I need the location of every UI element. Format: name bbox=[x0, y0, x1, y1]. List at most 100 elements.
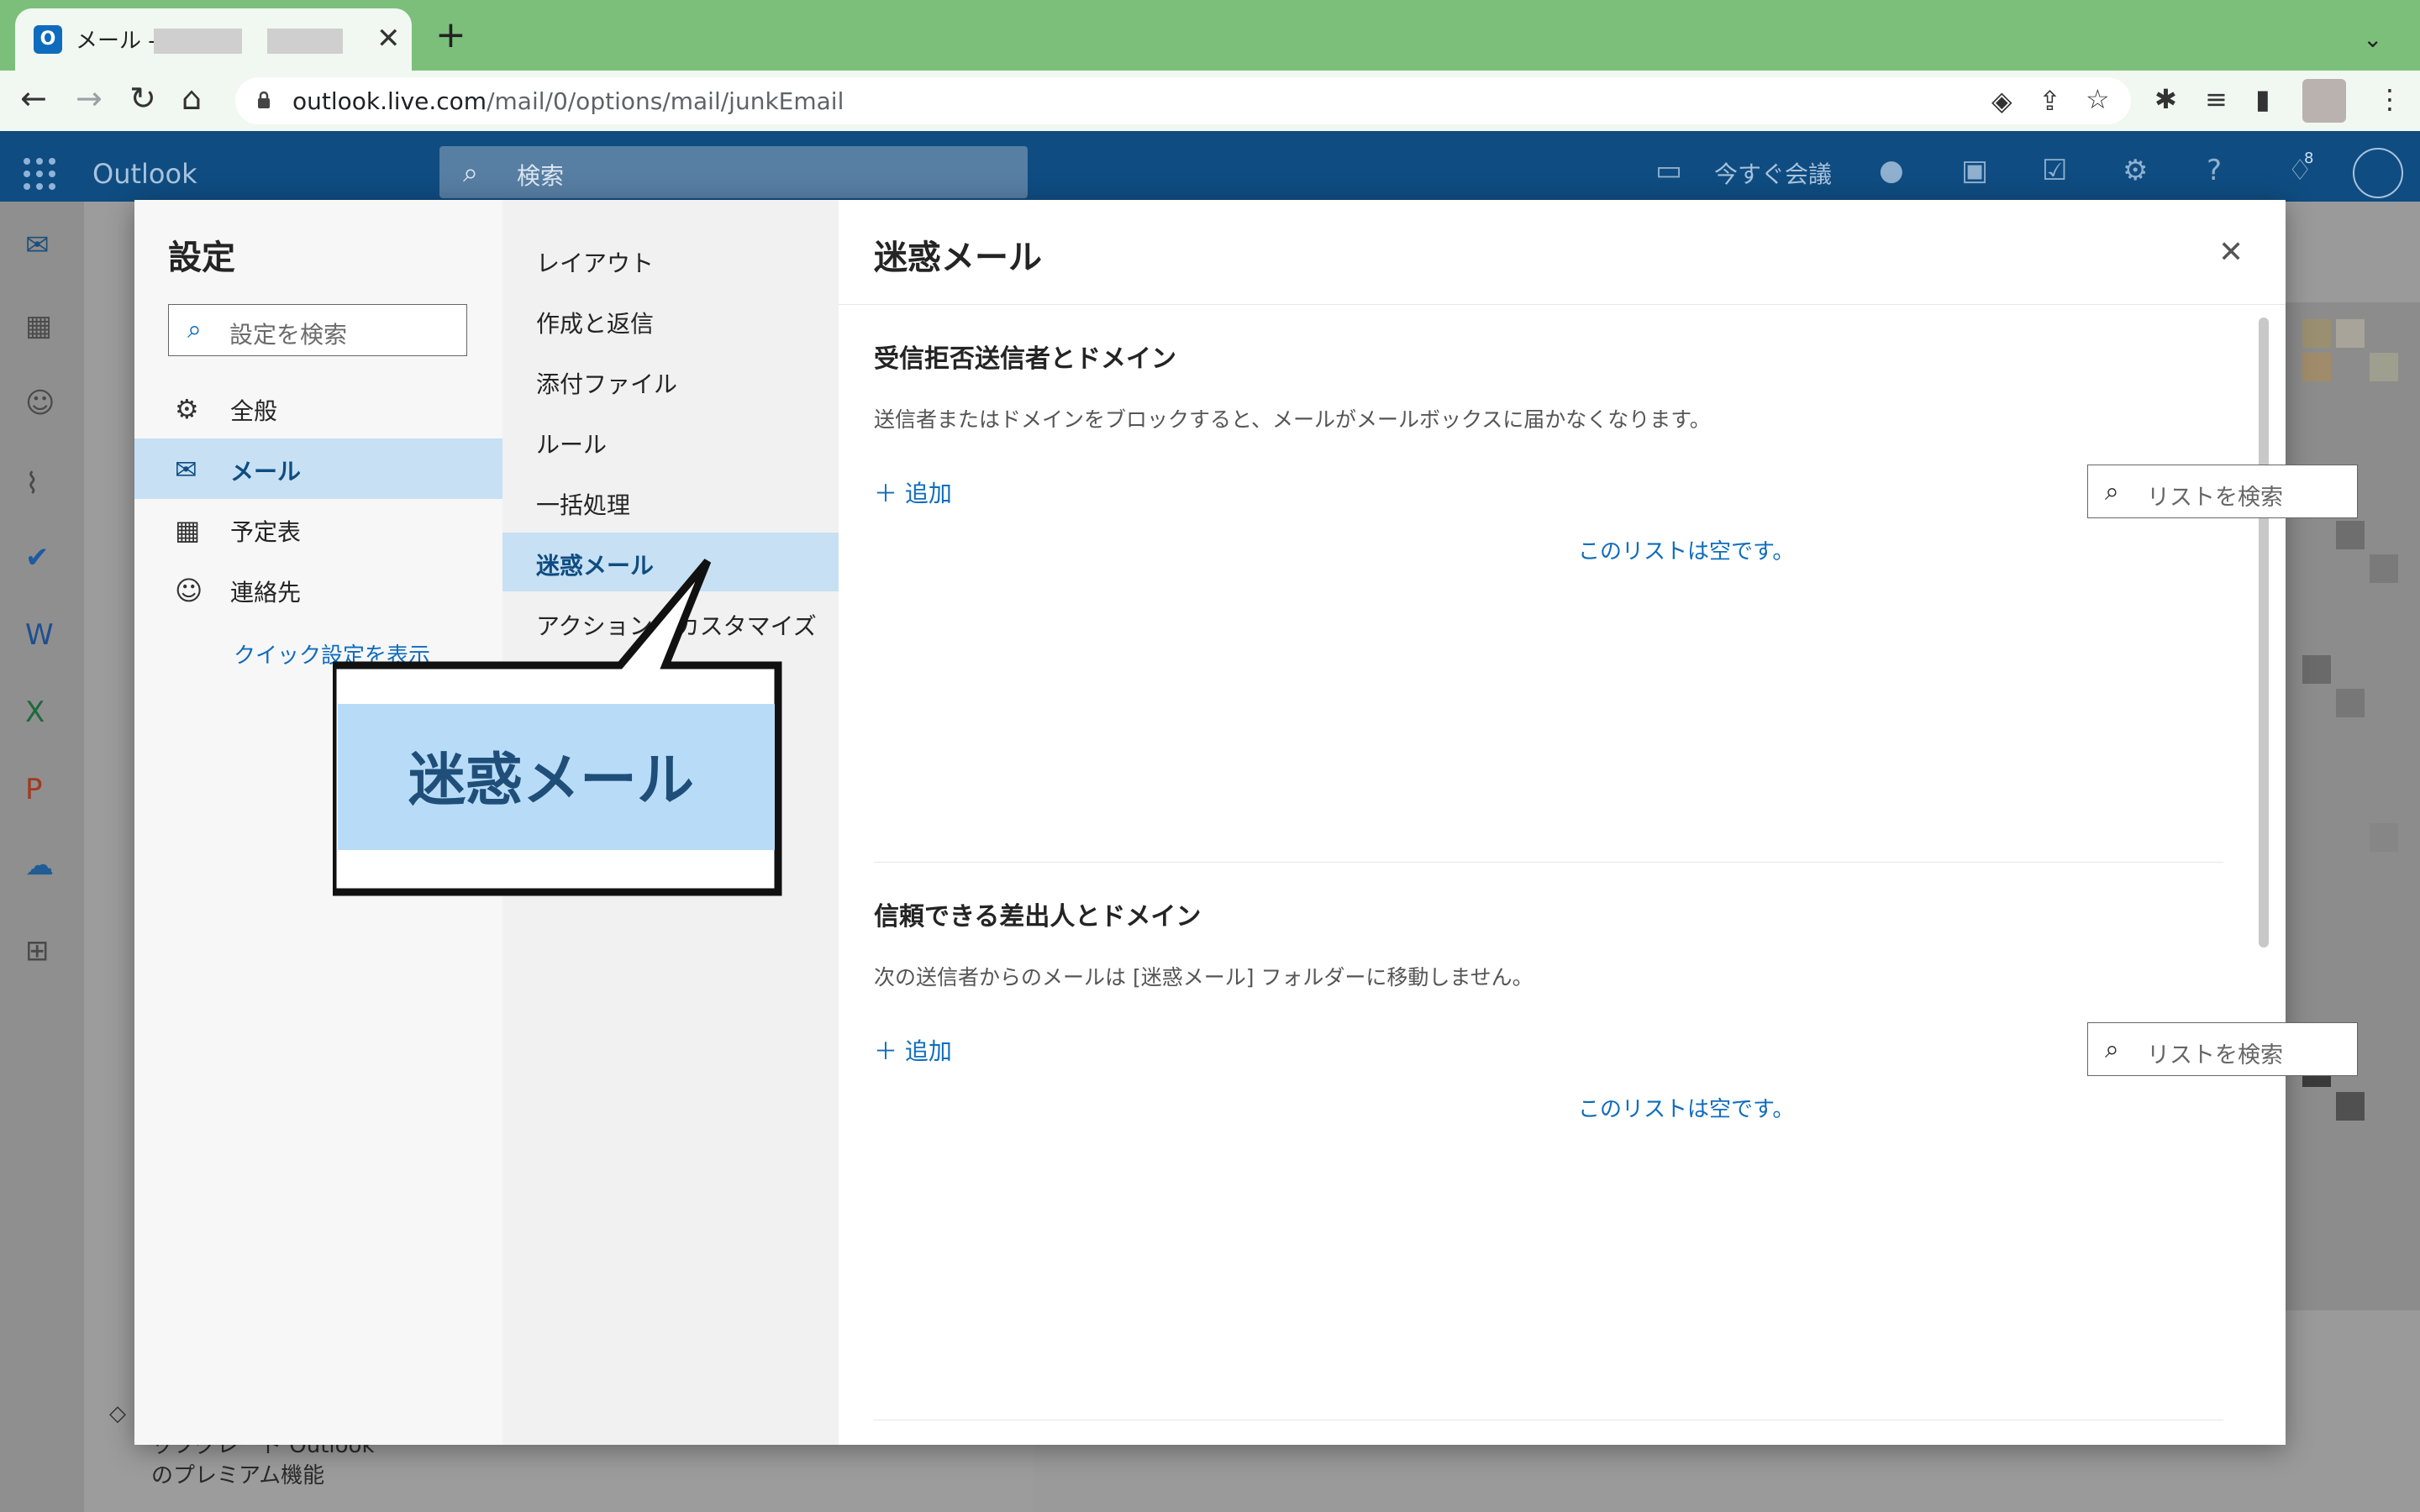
safe-section-title: 信頼できる差出人とドメイン bbox=[874, 902, 1202, 932]
diamond-icon: ◇ bbox=[109, 1401, 126, 1426]
calendar-icon: ▦ bbox=[175, 514, 201, 546]
side-panel-icon[interactable]: ▮ bbox=[2255, 86, 2270, 113]
lock-icon bbox=[258, 91, 270, 108]
safe-section-description: 次の送信者からのメールは [迷惑メール] フォルダーに移動しません。 bbox=[874, 965, 1534, 990]
url-path: /mail/0/options/mail/junkEmail bbox=[487, 87, 844, 115]
browser-tab[interactable]: O メール - ✕ bbox=[15, 8, 412, 71]
safe-add-button[interactable]: ＋ 追加 bbox=[874, 1033, 952, 1067]
list-search-placeholder: リストを検索 bbox=[2147, 1042, 2283, 1068]
subcategory-label: 作成と返信 bbox=[536, 310, 655, 338]
forward-arrow-icon[interactable]: → bbox=[76, 82, 103, 114]
search-icon: ⌕ bbox=[463, 156, 478, 188]
subcategory-rules[interactable]: ルール bbox=[502, 412, 839, 470]
word-icon[interactable]: W bbox=[25, 618, 54, 652]
upgrade-text: のプレミアム機能 bbox=[151, 1463, 325, 1488]
subcategory-label: 添付ファイル bbox=[536, 370, 678, 398]
search-box[interactable]: ⌕ 検索 bbox=[439, 146, 1028, 198]
skype-icon[interactable]: ● bbox=[1879, 156, 1904, 185]
address-bar[interactable]: outlook.live.com/mail/0/options/mail/jun… bbox=[235, 77, 2131, 124]
bookmark-star-icon[interactable]: ☆ bbox=[2086, 86, 2110, 113]
redacted-block bbox=[267, 29, 343, 54]
subcategory-compose[interactable]: 作成と返信 bbox=[502, 291, 839, 349]
home-icon[interactable]: ⌂ bbox=[182, 82, 202, 114]
mail-icon[interactable]: ✉ bbox=[25, 228, 50, 262]
subcategory-layout[interactable]: レイアウト bbox=[502, 230, 839, 289]
ad-panel bbox=[2286, 302, 2420, 1310]
subcategory-attachments[interactable]: 添付ファイル bbox=[502, 351, 839, 410]
eye-icon[interactable]: ◈ bbox=[1991, 87, 2012, 114]
tab-close-icon[interactable]: ✕ bbox=[376, 22, 401, 55]
tab-search-chevron-icon[interactable]: ⌄ bbox=[2363, 25, 2382, 53]
reading-list-icon[interactable]: ≡ bbox=[2205, 86, 2228, 113]
annotation-callout: 迷惑メール bbox=[333, 559, 782, 896]
plus-icon: ＋ bbox=[874, 1037, 905, 1065]
subcategory-sweep[interactable]: 一括処理 bbox=[502, 472, 839, 531]
list-search-placeholder: リストを検索 bbox=[2147, 485, 2283, 511]
attachment-icon[interactable]: ⌇ bbox=[25, 467, 39, 501]
category-label: 全般 bbox=[230, 397, 278, 425]
app-rail: ✉ ▦ ☺ ⌇ ✔ W X P ☁ ⊞ bbox=[0, 202, 84, 1512]
people-icon[interactable]: ☺ bbox=[25, 386, 55, 420]
category-label: 予定表 bbox=[230, 518, 302, 546]
redacted-block bbox=[154, 29, 242, 54]
plus-icon: ＋ bbox=[874, 480, 905, 507]
help-icon[interactable]: ? bbox=[2207, 156, 2222, 185]
reload-icon[interactable]: ↻ bbox=[129, 82, 156, 114]
back-arrow-icon[interactable]: ← bbox=[20, 82, 47, 114]
category-label: 連絡先 bbox=[230, 579, 302, 606]
category-calendar[interactable]: ▦ 予定表 bbox=[134, 499, 502, 559]
category-mail[interactable]: ✉ メール bbox=[134, 438, 502, 499]
settings-content-pane: 迷惑メール ✕ 受信拒否送信者とドメイン 送信者またはドメインをブロックすると、… bbox=[839, 200, 2358, 1445]
more-apps-icon[interactable]: ⊞ bbox=[25, 934, 50, 968]
excel-icon[interactable]: X bbox=[25, 696, 45, 729]
add-label: 追加 bbox=[904, 480, 952, 507]
onedrive-icon[interactable]: ☁ bbox=[25, 848, 54, 882]
meet-now-button[interactable]: 今すぐ会議 bbox=[1714, 156, 1832, 190]
gear-icon: ⚙ bbox=[175, 393, 199, 425]
office-icon[interactable]: ▣ bbox=[1961, 156, 1988, 185]
content-title: 迷惑メール bbox=[874, 239, 1042, 277]
search-icon: ⌕ bbox=[2105, 477, 2119, 507]
settings-search-placeholder: 設定を検索 bbox=[229, 321, 348, 349]
url-text: outlook.live.com/mail/0/options/mail/jun… bbox=[292, 87, 844, 115]
blocked-list-search-input[interactable]: ⌕ リストを検索 bbox=[2087, 465, 2358, 518]
blocked-add-button[interactable]: ＋ 追加 bbox=[874, 475, 952, 509]
notification-badge: 8 bbox=[2304, 150, 2314, 167]
account-avatar[interactable] bbox=[2353, 148, 2403, 198]
url-host: outlook.live.com bbox=[292, 87, 487, 115]
scrollbar[interactable] bbox=[2259, 318, 2269, 948]
todo-check-icon[interactable]: ✔ bbox=[25, 541, 50, 575]
video-icon[interactable]: ▭ bbox=[1655, 156, 1682, 185]
tab-title: メール - bbox=[76, 29, 156, 54]
browser-menu-icon[interactable]: ⋮ bbox=[2376, 86, 2403, 113]
extensions-icon[interactable]: ✱ bbox=[2154, 86, 2177, 113]
todo-icon[interactable]: ☑ bbox=[2042, 156, 2067, 185]
divider bbox=[839, 304, 2286, 305]
settings-title: 設定 bbox=[168, 239, 235, 277]
search-icon: ⌕ bbox=[187, 315, 202, 344]
search-placeholder: 検索 bbox=[517, 162, 565, 190]
blocked-section-description: 送信者またはドメインをブロックすると、メールがメールボックスに届かなくなります。 bbox=[874, 407, 1711, 432]
subcategory-label: レイアウト bbox=[536, 249, 655, 277]
blocked-empty-text: このリストは空です。 bbox=[1578, 539, 1795, 564]
share-icon[interactable]: ⇪ bbox=[2039, 87, 2061, 114]
safe-list-search-input[interactable]: ⌕ リストを検索 bbox=[2087, 1022, 2358, 1076]
profile-avatar[interactable] bbox=[2302, 79, 2346, 123]
divider bbox=[874, 862, 2223, 863]
close-icon[interactable]: ✕ bbox=[2218, 235, 2244, 270]
settings-gear-icon[interactable]: ⚙ bbox=[2123, 156, 2148, 185]
add-label: 追加 bbox=[904, 1037, 952, 1065]
app-launcher-icon[interactable] bbox=[24, 158, 57, 192]
safe-empty-text: このリストは空です。 bbox=[1578, 1097, 1795, 1122]
blocked-section-title: 受信拒否送信者とドメイン bbox=[874, 344, 1176, 374]
mail-icon: ✉ bbox=[175, 454, 197, 486]
calendar-icon[interactable]: ▦ bbox=[25, 309, 52, 343]
category-label: メール bbox=[230, 458, 302, 486]
settings-search-input[interactable]: ⌕ 設定を検索 bbox=[168, 304, 467, 356]
browser-toolbar: ← → ↻ ⌂ outlook.live.com/mail/0/options/… bbox=[0, 71, 2420, 132]
outlook-brand[interactable]: Outlook bbox=[92, 158, 197, 190]
powerpoint-icon[interactable]: P bbox=[25, 773, 43, 806]
category-general[interactable]: ⚙ 全般 bbox=[134, 378, 502, 438]
new-tab-button[interactable]: + bbox=[435, 17, 466, 54]
outlook-favicon-icon: O bbox=[34, 25, 62, 54]
